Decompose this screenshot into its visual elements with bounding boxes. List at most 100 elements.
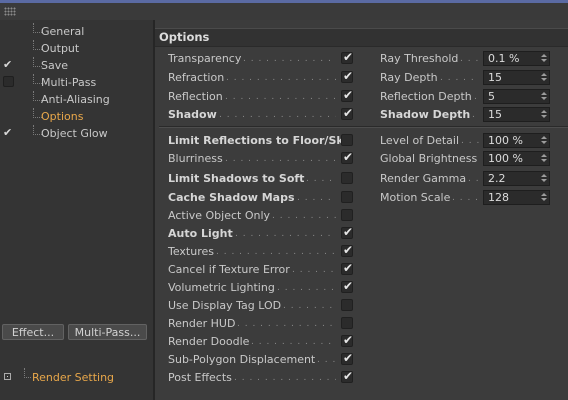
- option-use-display-tag-lod[interactable]: Use Display Tag LOD. . . . . . . . . . .…: [168, 299, 353, 313]
- leader-dots: . . . . . . . . . . . . . . . . . . . .: [440, 73, 479, 83]
- multipass-button[interactable]: Multi-Pass...: [68, 324, 147, 340]
- checkbox-checked[interactable]: ✔: [341, 50, 354, 64]
- option-textures[interactable]: Textures. . . . . . . . . . . . . . . . …: [168, 243, 353, 259]
- checkmark-icon[interactable]: ✔: [3, 59, 15, 71]
- tree-item-options[interactable]: Options: [0, 108, 153, 125]
- expand-icon[interactable]: [4, 373, 11, 380]
- spinner-arrows-icon[interactable]: [541, 153, 547, 164]
- option-render-doodle[interactable]: Render Doodle. . . . . . . . . . . . . .…: [168, 333, 353, 349]
- option-label: Cancel if Texture Error: [168, 263, 290, 276]
- options-title: Options: [159, 30, 210, 44]
- tree-item-general[interactable]: General: [0, 23, 153, 40]
- checkmark-icon[interactable]: ✔: [3, 127, 15, 139]
- field-label: Shadow Depth: [380, 108, 471, 121]
- leader-dots: . . . . . . . . . . . . . . . . . . . . …: [237, 319, 336, 329]
- checkbox-checked[interactable]: ✔: [341, 106, 353, 120]
- option-shadow[interactable]: Shadow. . . . . . . . . . . . . . . . . …: [168, 106, 353, 122]
- option-label: Reflection: [168, 90, 223, 103]
- grip-icon[interactable]: [4, 7, 16, 16]
- checkbox-unchecked[interactable]: [341, 172, 353, 184]
- number-input[interactable]: 15: [483, 70, 550, 85]
- options-header: Options: [155, 28, 568, 47]
- option-cache-shadow-maps[interactable]: Cache Shadow Maps. . . . . . . . . . . .…: [168, 191, 353, 205]
- field-global-brightness: Global Brightness. . . . . . . . . . . .…: [380, 151, 555, 166]
- option-blurriness[interactable]: Blurriness. . . . . . . . . . . . . . . …: [168, 150, 354, 166]
- spinner-arrows-icon[interactable]: [541, 135, 547, 146]
- spinner-arrows-icon[interactable]: [541, 192, 547, 203]
- number-input[interactable]: 100 %: [483, 151, 550, 166]
- tree-item-object-glow[interactable]: ✔ Object Glow: [0, 125, 153, 142]
- option-post-effects[interactable]: Post Effects. . . . . . . . . . . . . . …: [168, 369, 354, 385]
- field-ray-depth: Ray Depth. . . . . . . . . . . . . . . .…: [380, 70, 555, 85]
- render-setting-item[interactable]: Render Setting: [0, 368, 153, 388]
- checkbox-unchecked[interactable]: [341, 134, 353, 146]
- checkbox-checked[interactable]: ✔: [341, 279, 354, 293]
- option-refraction[interactable]: Refraction. . . . . . . . . . . . . . . …: [168, 69, 353, 85]
- field-label: Motion Scale: [380, 191, 451, 204]
- effect-button[interactable]: Effect...: [2, 324, 64, 340]
- option-label: Auto Light: [168, 227, 233, 240]
- tree-item-multi-pass[interactable]: Multi-Pass: [0, 74, 153, 91]
- field-label: Global Brightness: [380, 152, 478, 165]
- checkmark-icon: ✔: [343, 369, 354, 383]
- unchecked-box-icon[interactable]: [3, 76, 14, 87]
- leader-dots: . . . . . . . . . . . . . . . . . . . .: [460, 54, 479, 64]
- tree-item-label: Save: [41, 59, 69, 72]
- field-label: Render Gamma: [380, 172, 467, 185]
- option-volumetric-lighting[interactable]: Volumetric Lighting. . . . . . . . . . .…: [168, 279, 354, 295]
- checkbox-checked[interactable]: ✔: [341, 88, 353, 102]
- checkbox-checked[interactable]: ✔: [341, 69, 353, 83]
- option-transparency[interactable]: Transparency. . . . . . . . . . . . . . …: [168, 50, 354, 66]
- spinner-arrows-icon[interactable]: [541, 53, 547, 64]
- option-label: Cache Shadow Maps: [168, 191, 295, 204]
- option-sub-polygon-displacement[interactable]: Sub-Polygon Displacement. . . . . . . . …: [168, 351, 353, 367]
- option-label: Limit Reflections to Floor/Sky: [168, 134, 351, 147]
- option-limit-shadows-to-soft[interactable]: Limit Shadows to Soft. . . . . . . . . .…: [168, 172, 353, 186]
- option-cancel-if-texture-error[interactable]: Cancel if Texture Error. . . . . . . . .…: [168, 261, 353, 277]
- checkbox-checked[interactable]: ✔: [341, 333, 353, 347]
- leader-dots: . . . . . . . . . . . . . . . . . . . . …: [306, 174, 336, 184]
- checkmark-icon: ✔: [343, 150, 354, 164]
- number-input[interactable]: 100 %: [483, 133, 550, 148]
- number-input[interactable]: 0.1 %: [483, 51, 550, 66]
- checkbox-unchecked[interactable]: [341, 299, 353, 311]
- title-bar: [0, 0, 568, 20]
- checkbox-checked[interactable]: ✔: [341, 261, 353, 275]
- option-reflection[interactable]: Reflection. . . . . . . . . . . . . . . …: [168, 88, 353, 104]
- option-limit-reflections-to-floor-sky[interactable]: Limit Reflections to Floor/Sky. . . . . …: [168, 134, 353, 148]
- tree-item-label: Object Glow: [41, 127, 108, 140]
- tree-item-anti-aliasing[interactable]: Anti-Aliasing: [0, 91, 153, 108]
- spinner-arrows-icon[interactable]: [541, 72, 547, 83]
- leader-dots: . . . . . . . . . . . . . . . . . . . . …: [225, 154, 336, 164]
- leader-dots: . . . . . . . . . . . . . . . . . . . .: [472, 110, 479, 120]
- checkbox-checked[interactable]: ✔: [341, 150, 354, 164]
- checkbox-unchecked[interactable]: [341, 209, 353, 221]
- checkbox-checked[interactable]: ✔: [341, 225, 353, 239]
- tree-item-save[interactable]: ✔ Save: [0, 57, 153, 74]
- option-render-hud[interactable]: Render HUD. . . . . . . . . . . . . . . …: [168, 317, 353, 331]
- option-label: Textures: [168, 245, 214, 258]
- option-label: Limit Shadows to Soft: [168, 172, 305, 185]
- checkbox-checked[interactable]: ✔: [341, 243, 353, 257]
- option-label: Transparency: [168, 52, 242, 65]
- spinner-arrows-icon[interactable]: [541, 109, 547, 120]
- checkbox-unchecked[interactable]: [341, 317, 353, 329]
- option-label: Shadow: [168, 108, 217, 121]
- option-auto-light[interactable]: Auto Light. . . . . . . . . . . . . . . …: [168, 225, 353, 241]
- checkmark-icon: ✔: [343, 50, 354, 64]
- checkbox-checked[interactable]: ✔: [341, 351, 353, 365]
- spinner-arrows-icon[interactable]: [541, 173, 547, 184]
- number-input[interactable]: 5: [483, 89, 550, 104]
- number-input[interactable]: 2.2: [483, 171, 550, 186]
- option-active-object-only[interactable]: Active Object Only. . . . . . . . . . . …: [168, 209, 353, 223]
- number-input[interactable]: 15: [483, 107, 550, 122]
- leader-dots: . . . . . . . . . . . . . . . . . . . .: [461, 136, 479, 146]
- field-render-gamma: Render Gamma. . . . . . . . . . . . . . …: [380, 171, 555, 186]
- checkbox-unchecked[interactable]: [341, 191, 353, 203]
- number-input[interactable]: 128: [483, 190, 550, 205]
- field-label: Level of Detail: [380, 134, 460, 147]
- spinner-arrows-icon[interactable]: [541, 91, 547, 102]
- checkmark-icon: ✔: [343, 279, 354, 293]
- checkbox-checked[interactable]: ✔: [341, 369, 354, 383]
- tree-item-output[interactable]: Output: [0, 40, 153, 57]
